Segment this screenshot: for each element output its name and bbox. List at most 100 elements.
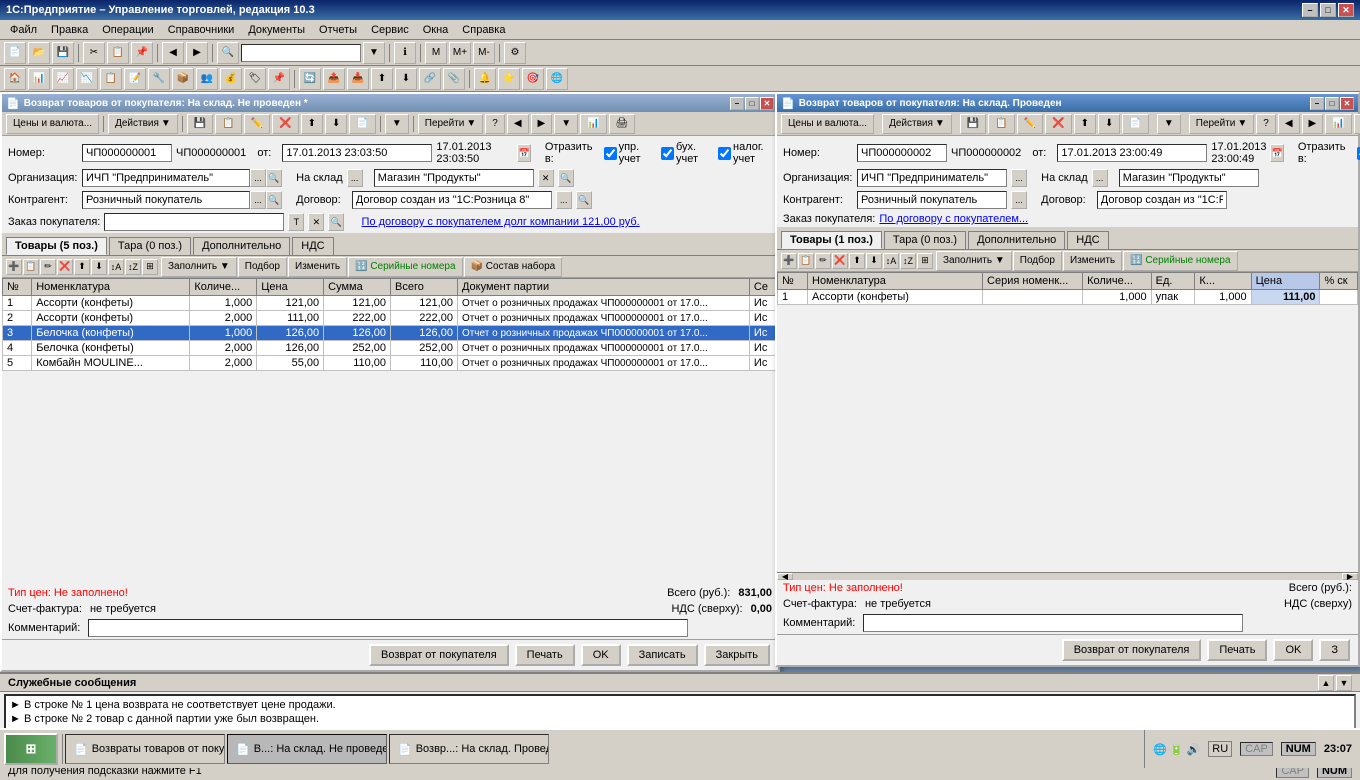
w2-ok-btn[interactable]: OK bbox=[1273, 639, 1313, 661]
tb-info[interactable]: ℹ bbox=[394, 42, 416, 64]
vozvrat-btn[interactable]: Возврат от покупателя bbox=[369, 644, 509, 666]
tb-mplus[interactable]: M+ bbox=[449, 42, 471, 64]
tb2-btn19[interactable]: 📎 bbox=[443, 68, 465, 90]
tb-icon1[interactable]: 💾 bbox=[187, 114, 213, 134]
tb-icon3[interactable]: ✏️ bbox=[244, 114, 270, 134]
tb2-btn5[interactable]: 📋 bbox=[100, 68, 122, 90]
w2-tbl-add[interactable]: ➕ bbox=[781, 253, 797, 269]
izmenit-btn[interactable]: Изменить bbox=[288, 257, 347, 277]
w2-izmenit-btn[interactable]: Изменить bbox=[1063, 251, 1122, 271]
search-go-btn[interactable]: ▼ bbox=[363, 42, 385, 64]
menu-windows[interactable]: Окна bbox=[417, 22, 455, 38]
number-input[interactable] bbox=[82, 144, 172, 162]
ok-btn[interactable]: OK bbox=[581, 644, 621, 666]
w2-tb-icon1[interactable]: 💾 bbox=[960, 114, 986, 134]
tb2-btn11[interactable]: 🏷 bbox=[244, 68, 266, 90]
w2-tb-icon6[interactable]: ⬇ bbox=[1098, 114, 1120, 134]
w2-tbl-copy[interactable]: 📋 bbox=[798, 253, 814, 269]
w2-zapolnit-btn[interactable]: Заполнить ▼ bbox=[936, 251, 1012, 271]
w2-help-btn[interactable]: ? bbox=[1256, 114, 1276, 134]
tb-paste[interactable]: 📌 bbox=[131, 42, 153, 64]
contractor-search-btn[interactable]: 🔍 bbox=[266, 191, 282, 209]
tb-icon2[interactable]: 📋 bbox=[215, 114, 241, 134]
service-scroll-up[interactable]: ▲ bbox=[1318, 675, 1334, 691]
tb-forward[interactable]: ▶ bbox=[186, 42, 208, 64]
menu-file[interactable]: Файл bbox=[4, 22, 43, 38]
tb2-btn23[interactable]: 🌐 bbox=[546, 68, 568, 90]
tb-copy[interactable]: 📋 bbox=[107, 42, 129, 64]
zakaz-search-btn[interactable]: 🔍 bbox=[328, 213, 344, 231]
na-sklad-search-btn[interactable]: 🔍 bbox=[558, 169, 574, 187]
w2-date-input[interactable] bbox=[1057, 144, 1207, 162]
menu-help[interactable]: Справка bbox=[456, 22, 511, 38]
tbl-copy[interactable]: 📋 bbox=[23, 259, 39, 275]
tb-save[interactable]: 💾 bbox=[52, 42, 74, 64]
w2-vozvrat-btn[interactable]: Возврат от покупателя bbox=[1062, 639, 1202, 661]
sostav-btn[interactable]: 📦 Состав набора bbox=[464, 257, 563, 277]
zapisat-btn[interactable]: Записать bbox=[627, 644, 698, 666]
tb-search[interactable]: 🔍 bbox=[217, 42, 239, 64]
tbl-sort2[interactable]: ↕Z bbox=[125, 259, 141, 275]
w2-contractor-input[interactable] bbox=[857, 191, 1007, 209]
menu-documents[interactable]: Документы bbox=[242, 22, 311, 38]
tb2-btn15[interactable]: 📥 bbox=[347, 68, 369, 90]
w2-tbl-sort1[interactable]: ↕A bbox=[883, 253, 899, 269]
w2-z-btn[interactable]: З bbox=[1319, 639, 1350, 661]
menu-reports[interactable]: Отчеты bbox=[313, 22, 363, 38]
w2-tab-dopolnitelno[interactable]: Дополнительно bbox=[968, 231, 1065, 249]
maximize-btn[interactable]: □ bbox=[1320, 3, 1336, 17]
window1-minimize[interactable]: – bbox=[730, 97, 744, 110]
tb-extra[interactable]: ⚙ bbox=[504, 42, 526, 64]
tab-tovary[interactable]: Товары (5 поз.) bbox=[6, 237, 107, 255]
tbl-up[interactable]: ⬆ bbox=[74, 259, 90, 275]
w2-podbor-btn[interactable]: Подбор bbox=[1013, 251, 1062, 271]
w2-date-btn[interactable]: 📅 bbox=[1270, 144, 1283, 162]
na-sklad-btn[interactable]: ... bbox=[347, 169, 363, 187]
window2-minimize[interactable]: – bbox=[1310, 97, 1324, 110]
tb2-btn18[interactable]: 🔗 bbox=[419, 68, 441, 90]
table-row[interactable]: 1 Ассорти (конфеты) 1,000 121,00 121,00 … bbox=[3, 296, 778, 311]
search-input[interactable] bbox=[241, 44, 361, 62]
w2-tb-icon8[interactable]: ◀ bbox=[1278, 114, 1300, 134]
menu-references[interactable]: Справочники bbox=[162, 22, 241, 38]
window1-maximize[interactable]: □ bbox=[745, 97, 759, 110]
w2-tb-icon5[interactable]: ⬆ bbox=[1074, 114, 1096, 134]
pechat-btn[interactable]: Печать bbox=[515, 644, 575, 666]
nalog-uchet-check[interactable]: налог. учет bbox=[718, 141, 772, 165]
tb2-btn1[interactable]: 🏠 bbox=[4, 68, 26, 90]
w2-tbl-sort2[interactable]: ↕Z bbox=[900, 253, 916, 269]
w2-comment-input[interactable] bbox=[863, 614, 1243, 632]
tb-print-btn[interactable]: ▼ bbox=[385, 114, 409, 134]
w2-tbl-del[interactable]: ❌ bbox=[832, 253, 848, 269]
tb-m[interactable]: M bbox=[425, 42, 447, 64]
dogovor-input[interactable] bbox=[352, 191, 552, 209]
tb2-btn6[interactable]: 📝 bbox=[124, 68, 146, 90]
w2-org-input[interactable] bbox=[857, 169, 1007, 187]
serial-btn[interactable]: 🔢 Серийные номера bbox=[348, 257, 462, 277]
tbl-edit[interactable]: ✏ bbox=[40, 259, 56, 275]
tb2-btn2[interactable]: 📊 bbox=[28, 68, 50, 90]
tb2-btn10[interactable]: 💰 bbox=[220, 68, 242, 90]
tb-icon8[interactable]: ◀ bbox=[507, 114, 529, 134]
scroll-right-btn[interactable]: ▶ bbox=[1342, 573, 1358, 580]
up-uchet-check[interactable]: упр. учет bbox=[604, 141, 650, 165]
w2-contractor-btn[interactable]: ... bbox=[1011, 191, 1027, 209]
tab-dopolnitelno[interactable]: Дополнительно bbox=[193, 237, 290, 255]
org-input[interactable] bbox=[82, 169, 250, 187]
w2-na-sklad-input[interactable] bbox=[1119, 169, 1259, 187]
tb2-btn17[interactable]: ⬇ bbox=[395, 68, 417, 90]
window2-maximize[interactable]: □ bbox=[1325, 97, 1339, 110]
contractor-input[interactable] bbox=[82, 191, 250, 209]
table-row[interactable]: 5 Комбайн MOULINE... 2,000 55,00 110,00 … bbox=[3, 356, 778, 371]
zakaz-input[interactable] bbox=[104, 213, 284, 231]
start-button[interactable]: ⊞ bbox=[4, 733, 58, 765]
tb-icon6[interactable]: ⬇ bbox=[325, 114, 347, 134]
window2-table-scroll[interactable]: № Номенклатура Серия номенк... Количе...… bbox=[777, 272, 1358, 572]
tbl-sort1[interactable]: ↕A bbox=[108, 259, 124, 275]
comment-input[interactable] bbox=[88, 619, 688, 637]
na-sklad-x-btn[interactable]: ✕ bbox=[538, 169, 554, 187]
tb2-btn22[interactable]: 🎯 bbox=[522, 68, 544, 90]
window1-close[interactable]: ✕ bbox=[760, 97, 774, 110]
tb2-btn7[interactable]: 🔧 bbox=[148, 68, 170, 90]
w2-tb-icon11[interactable]: 🖨 bbox=[1354, 114, 1360, 134]
